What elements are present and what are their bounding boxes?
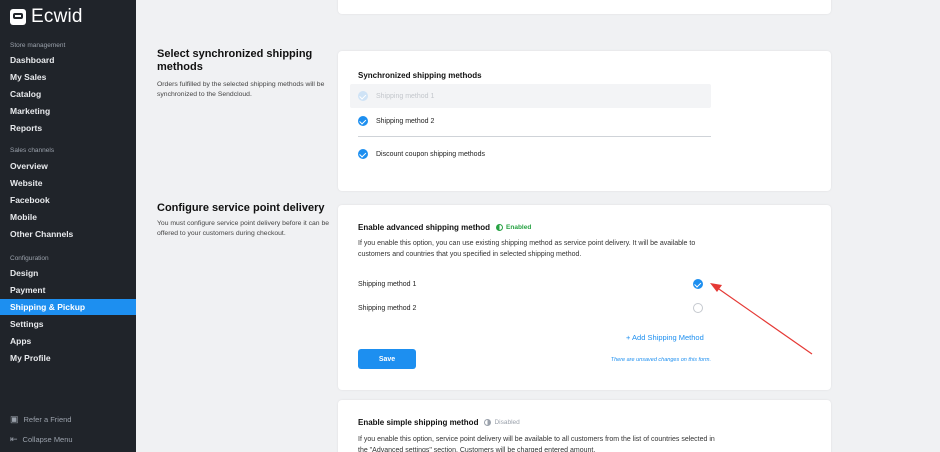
advanced-method-heading: Enable advanced shipping method Enabled — [358, 223, 531, 232]
advanced-shipping-method-1-radio[interactable] — [693, 279, 703, 289]
unsaved-changes-note: There are unsaved changes on this form. — [610, 357, 711, 363]
sidebar-item-other-channels[interactable]: Other Channels — [0, 226, 136, 242]
sidebar: Ecwid Store management Dashboard My Sale… — [0, 0, 136, 452]
section-label-sales-channels: Sales channels — [10, 147, 55, 154]
advanced-shipping-method-2-radio[interactable] — [693, 303, 703, 313]
ecwid-logo-icon — [10, 9, 26, 25]
sync-method-2-label: Shipping method 2 — [376, 118, 435, 125]
sidebar-item-website[interactable]: Website — [0, 175, 136, 191]
ecwid-logo[interactable]: Ecwid — [10, 6, 83, 28]
sync-methods-card: Synchronized shipping methods Shipping m… — [338, 51, 831, 191]
sidebar-item-overview[interactable]: Overview — [0, 158, 136, 174]
service-point-title: Configure service point delivery — [157, 202, 325, 214]
toggle-on-icon — [496, 224, 504, 231]
simple-method-card: Enable simple shipping method Disabled I… — [338, 400, 831, 452]
toggle-off-icon — [484, 419, 492, 426]
refer-a-friend-link[interactable]: ▣ Refer a Friend — [10, 414, 71, 425]
collapse-arrow-icon: ⇤ — [10, 434, 18, 444]
advanced-method-title: Enable advanced shipping method — [358, 223, 491, 232]
sidebar-item-shipping-pickup[interactable]: Shipping & Pickup — [0, 299, 136, 315]
sync-section-title: Select synchronized shipping methods — [157, 48, 313, 73]
sync-card-title: Synchronized shipping methods — [358, 71, 482, 80]
collapse-menu-label: Collapse Menu — [22, 435, 73, 444]
add-shipping-method-link[interactable]: + Add Shipping Method — [626, 333, 704, 342]
enabled-status-badge[interactable]: Enabled — [496, 224, 531, 231]
sidebar-item-mobile[interactable]: Mobile — [0, 209, 136, 225]
simple-method-heading: Enable simple shipping method Disabled — [358, 418, 520, 427]
sidebar-item-facebook[interactable]: Facebook — [0, 192, 136, 208]
divider — [358, 136, 711, 137]
simple-method-description: If you enable this option, service point… — [358, 436, 715, 452]
sync-method-1-checkbox — [358, 91, 368, 101]
sidebar-item-my-sales[interactable]: My Sales — [0, 69, 136, 85]
sidebar-item-design[interactable]: Design — [0, 265, 136, 281]
sidebar-item-payment[interactable]: Payment — [0, 282, 136, 298]
enabled-status-label: Enabled — [506, 224, 532, 231]
advanced-method-description: If you enable this option, you can use e… — [358, 240, 696, 258]
sync-discount-coupon-label: Discount coupon shipping methods — [376, 151, 485, 158]
sidebar-item-catalog[interactable]: Catalog — [0, 86, 136, 102]
section-label-store-management: Store management — [10, 42, 66, 49]
sync-method-1-label: Shipping method 1 — [376, 93, 435, 100]
collapse-menu-button[interactable]: ⇤ Collapse Menu — [10, 434, 73, 445]
simple-method-title: Enable simple shipping method — [358, 418, 479, 427]
advanced-shipping-method-2-label: Shipping method 2 — [358, 305, 417, 312]
section-label-configuration: Configuration — [10, 255, 49, 262]
previous-settings-card — [338, 0, 831, 14]
service-point-description: You must configure service point deliver… — [157, 220, 330, 237]
sidebar-item-reports[interactable]: Reports — [0, 120, 136, 136]
save-button[interactable]: Save — [358, 349, 416, 369]
sync-section-description: Orders fulfilled by the selected shippin… — [157, 81, 325, 98]
sidebar-item-my-profile[interactable]: My Profile — [0, 350, 136, 366]
sync-method-2-checkbox[interactable] — [358, 116, 368, 126]
advanced-method-card: Enable advanced shipping method Enabled … — [338, 205, 831, 390]
sidebar-item-dashboard[interactable]: Dashboard — [0, 52, 136, 68]
sidebar-item-marketing[interactable]: Marketing — [0, 103, 136, 119]
sidebar-item-settings[interactable]: Settings — [0, 316, 136, 332]
sync-discount-coupon-checkbox[interactable] — [358, 149, 368, 159]
disabled-status-label: Disabled — [494, 419, 520, 426]
disabled-status-badge[interactable]: Disabled — [484, 419, 520, 426]
refer-a-friend-label: Refer a Friend — [23, 415, 72, 424]
logo-text: Ecwid — [31, 6, 83, 27]
advanced-shipping-method-1-label: Shipping method 1 — [358, 281, 417, 288]
sidebar-item-apps[interactable]: Apps — [0, 333, 136, 349]
gift-icon: ▣ — [10, 414, 19, 424]
